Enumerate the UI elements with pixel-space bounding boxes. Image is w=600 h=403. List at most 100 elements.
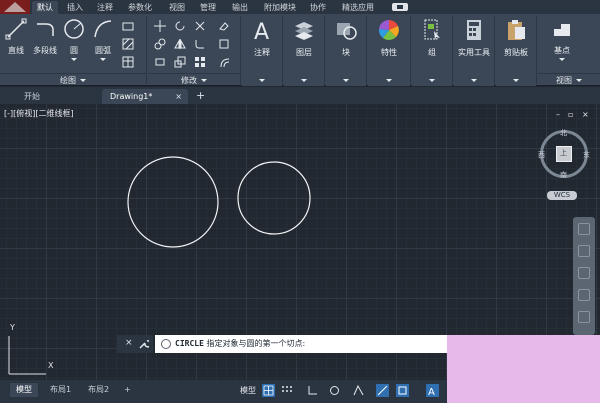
modify-panel-title[interactable]: 修改 bbox=[148, 73, 240, 86]
ortho-icon[interactable] bbox=[306, 384, 319, 397]
polyline-tool[interactable]: 多段线 bbox=[30, 18, 60, 56]
ribbon-tab-bar: 默认 插入 注释 参数化 视图 管理 输出 附加模块 协作 精选应用 bbox=[0, 0, 600, 14]
polar-icon[interactable] bbox=[328, 384, 341, 397]
showmotion-icon[interactable] bbox=[578, 311, 590, 323]
recent-commands-icon[interactable] bbox=[161, 339, 171, 349]
minimize-icon[interactable]: – bbox=[556, 110, 560, 119]
line-icon bbox=[5, 18, 27, 40]
orbit-icon[interactable] bbox=[578, 289, 590, 301]
group-panel[interactable]: 组 bbox=[412, 14, 452, 86]
chevron-down-icon bbox=[576, 79, 582, 82]
copy-icon[interactable] bbox=[154, 38, 166, 50]
chevron-down-icon bbox=[471, 79, 477, 82]
annotation-panel[interactable]: A 注释 bbox=[242, 14, 282, 86]
ribbon-tab-manage[interactable]: 管理 bbox=[196, 1, 220, 14]
chevron-down-icon[interactable] bbox=[71, 58, 77, 61]
ribbon-tab-view[interactable]: 视图 bbox=[166, 1, 188, 14]
panel-divider bbox=[410, 16, 411, 84]
fillet-icon[interactable] bbox=[194, 38, 206, 50]
chevron-down-icon bbox=[301, 79, 307, 82]
scale-icon[interactable] bbox=[174, 56, 186, 68]
new-tab-button[interactable]: + bbox=[196, 89, 205, 102]
line-tool[interactable]: 直线 bbox=[4, 18, 28, 56]
move-icon[interactable] bbox=[154, 20, 166, 32]
explode-icon[interactable] bbox=[218, 38, 230, 50]
rotate-icon[interactable] bbox=[174, 20, 186, 32]
snap-icon[interactable] bbox=[280, 384, 293, 397]
ribbon-tab-featured-apps[interactable]: 精选应用 bbox=[338, 1, 378, 14]
isodraft-icon[interactable] bbox=[352, 384, 365, 397]
group-icon bbox=[424, 19, 440, 40]
tab-start[interactable]: 开始 bbox=[16, 89, 94, 104]
model-space-button[interactable]: 模型 bbox=[240, 384, 256, 397]
object-snap-icon[interactable] bbox=[396, 384, 409, 397]
block-panel[interactable]: 块 bbox=[326, 14, 366, 86]
wrench-icon[interactable] bbox=[139, 339, 149, 349]
chevron-down-icon[interactable] bbox=[559, 58, 565, 61]
table-icon[interactable] bbox=[122, 56, 134, 68]
base-point-tool[interactable]: 基点 bbox=[544, 18, 580, 61]
modify-panel-title-text: 修改 bbox=[181, 76, 197, 85]
command-line: × CIRCLE 指定对象与圆的第一个切点: bbox=[117, 335, 447, 353]
close-icon[interactable]: × bbox=[125, 338, 133, 348]
layers-panel[interactable]: 图层 bbox=[284, 14, 324, 86]
color-wheel-icon bbox=[378, 19, 399, 40]
tab-layout2[interactable]: 布局2 bbox=[82, 383, 115, 397]
close-icon[interactable]: × bbox=[582, 110, 589, 119]
full-navigation-wheel-icon[interactable] bbox=[578, 223, 590, 235]
rectangle-icon[interactable] bbox=[122, 20, 134, 32]
osnap-tracking-icon[interactable] bbox=[376, 384, 389, 397]
chevron-down-icon[interactable] bbox=[100, 58, 106, 61]
array-icon[interactable] bbox=[194, 56, 206, 68]
viewcube-top-face[interactable]: 上 bbox=[560, 148, 567, 158]
zoom-icon[interactable] bbox=[578, 267, 590, 279]
ribbon-tab-annotate[interactable]: 注释 bbox=[94, 1, 116, 14]
ucs-y-label: Y bbox=[10, 323, 15, 332]
hatch-icon[interactable] bbox=[122, 38, 134, 50]
draw-panel-title[interactable]: 绘图 bbox=[0, 73, 146, 86]
trim-icon[interactable] bbox=[194, 20, 206, 32]
chevron-down-icon bbox=[80, 79, 86, 82]
polyline-label: 多段线 bbox=[33, 46, 57, 55]
offset-icon[interactable] bbox=[218, 56, 230, 68]
ribbon-tab-parametric[interactable]: 参数化 bbox=[122, 1, 158, 14]
erase-icon[interactable] bbox=[218, 20, 230, 32]
ribbon-tab-collaborate[interactable]: 协作 bbox=[306, 1, 330, 14]
calculator-icon bbox=[467, 20, 481, 40]
utilities-panel[interactable]: 实用工具 bbox=[454, 14, 494, 86]
command-input[interactable]: CIRCLE 指定对象与圆的第一个切点: bbox=[155, 335, 447, 353]
circle-tool[interactable]: 圆 bbox=[62, 18, 86, 61]
panel-divider bbox=[536, 16, 537, 84]
ribbon-tab-output[interactable]: 输出 bbox=[228, 1, 252, 14]
annotation-scale-icon[interactable]: A bbox=[426, 384, 439, 397]
block-label: 块 bbox=[342, 48, 350, 57]
mirror-icon[interactable] bbox=[174, 38, 186, 50]
properties-panel[interactable]: 特性 bbox=[368, 14, 410, 86]
tab-model[interactable]: 模型 bbox=[10, 383, 38, 397]
ribbon-tab-addins[interactable]: 附加模块 bbox=[260, 1, 300, 14]
close-icon[interactable]: × bbox=[175, 89, 182, 104]
viewport-controls[interactable]: [-][俯视][二维线框] bbox=[4, 108, 74, 119]
view-panel-title[interactable]: 视图 bbox=[538, 73, 600, 86]
stretch-icon[interactable] bbox=[154, 56, 166, 68]
draw-panel-title-text: 绘图 bbox=[60, 76, 76, 85]
ribbon-tab-insert[interactable]: 插入 bbox=[64, 1, 86, 14]
circle-entity bbox=[237, 161, 311, 235]
viewcube-west[interactable]: 西 bbox=[538, 150, 545, 160]
ribbon-tab-default[interactable]: 默认 bbox=[32, 1, 58, 14]
pan-icon[interactable] bbox=[578, 245, 590, 257]
viewcube-east[interactable]: 东 bbox=[583, 150, 590, 160]
add-layout-button[interactable]: + bbox=[118, 383, 137, 397]
tab-layout1[interactable]: 布局1 bbox=[44, 383, 77, 397]
restore-icon[interactable]: ▫ bbox=[568, 110, 573, 119]
application-menu-button[interactable] bbox=[0, 0, 30, 14]
wcs-menu[interactable]: WCS bbox=[547, 191, 577, 200]
chevron-down-icon bbox=[343, 79, 349, 82]
viewcube-south[interactable]: 南 bbox=[560, 170, 567, 180]
ribbon-minimize-toggle[interactable] bbox=[392, 3, 408, 11]
viewcube-north[interactable]: 北 bbox=[560, 128, 567, 138]
clipboard-panel[interactable]: 剪贴板 bbox=[496, 14, 536, 86]
grid-icon[interactable] bbox=[262, 384, 275, 397]
tab-drawing1[interactable]: Drawing1* × bbox=[102, 89, 188, 104]
arc-tool[interactable]: 圆弧 bbox=[90, 18, 116, 61]
